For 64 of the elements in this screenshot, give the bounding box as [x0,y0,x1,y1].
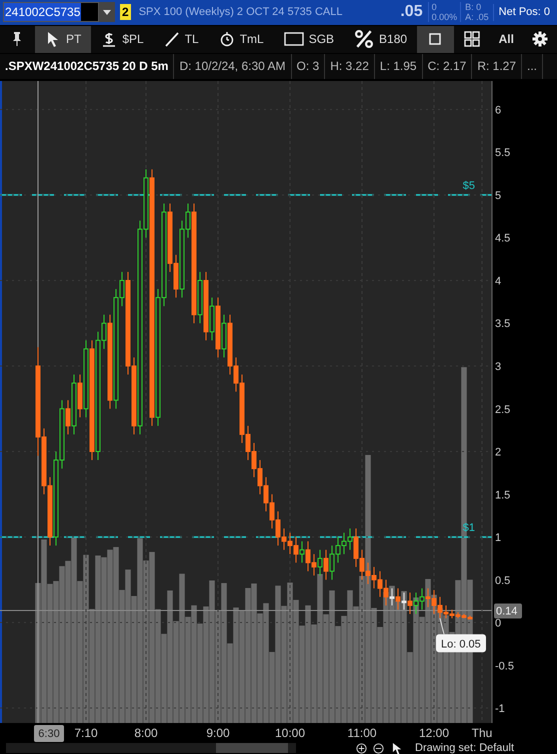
rectangle-icon [284,31,304,48]
price-axis-label: -1 [495,702,505,715]
time-axis-label: 11:00 [347,726,377,740]
dollar-icon [101,31,118,48]
chart-info-field: O: 3 [292,54,326,79]
price-axis-label: 2 [495,446,502,458]
settings-icon [532,31,548,48]
pin-icon [11,31,24,48]
caret-icon [103,8,111,16]
chart-info-field: H: 3.22 [325,54,375,79]
grid-layout-icon [464,31,480,48]
price-level-line: $5 [0,180,492,196]
annotation: Lo: 0.05 [441,638,481,650]
timer-icon [218,31,235,48]
chart-info-field: L: 1.95 [374,54,423,79]
price-axis-label: 3.5 [495,318,510,330]
price-axis-label: 1 [495,532,502,544]
symbol-field[interactable]: 241002C5735 [3,2,99,22]
price-axis-label: 0.5 [495,574,510,587]
price-axis-label: 0 [495,617,502,630]
line-icon [164,31,180,48]
percent-change: 0.00% [432,12,458,22]
chart-info-field: D: 10/2/24, 6:30 AM [174,54,292,79]
price-level-line: $1 [0,522,492,538]
horizontal-scrollbar[interactable] [6,743,296,754]
price-axis-label: 5 [495,190,502,202]
percent-icon [354,29,374,50]
chart-info-field: R: 1.27 [472,54,522,79]
zoom-out-icon[interactable] [373,742,384,754]
ask-price: A: .05 [465,12,489,22]
drawing-set-label[interactable]: Drawing set: Default [415,742,514,754]
price-axis-label: 5.5 [495,147,510,160]
low-price-callout: Lo: 0.05 [436,618,486,652]
price-axis-label: 4.5 [495,232,510,245]
bid-size: B: 0 [465,2,482,12]
price-axis-label: -0.5 [495,660,514,672]
net-position: Net Pos: 0 [492,4,555,21]
single-layout-icon [429,33,442,46]
symbol-dropdown[interactable] [99,2,115,22]
chart-info-field: ... [522,54,544,79]
option-description: SPX 100 (Weeklys) 2 OCT 24 5735 CALL [138,5,342,20]
time-axis-label: Thu [472,726,492,740]
time-axis-label: 10:00 [274,726,306,740]
cursor-time-tag: 6:30 [34,724,64,742]
price-axis-label: 6 [495,104,502,116]
time-axis-label: 12:00 [418,726,450,740]
last-price-tag: 0.14 [494,603,522,618]
chart-info-field: C: 2.17 [422,54,472,79]
price-axis-label: 2.5 [495,404,510,416]
single-layout-button[interactable] [417,26,454,53]
time-axis-label: 8:00 [134,726,158,740]
price-axis-label: 4 [495,275,502,288]
tool-button[interactable]: PT [34,26,92,53]
link-badge[interactable]: 2 [120,4,131,20]
last-price: .05 [399,2,424,22]
zoom-in-icon[interactable] [356,742,367,754]
price-axis-label: 1.5 [495,489,510,502]
time-axis-label: 7:10 [74,726,98,740]
scroll-thumb[interactable] [216,743,288,754]
chart-info-field: .SPXW241002C5735 20 D 5m [0,54,174,79]
time-axis-label: 9:00 [206,726,230,740]
price-axis-label: 3 [495,360,502,373]
net-change: 0 [432,2,438,12]
cursor-icon[interactable] [392,742,403,754]
